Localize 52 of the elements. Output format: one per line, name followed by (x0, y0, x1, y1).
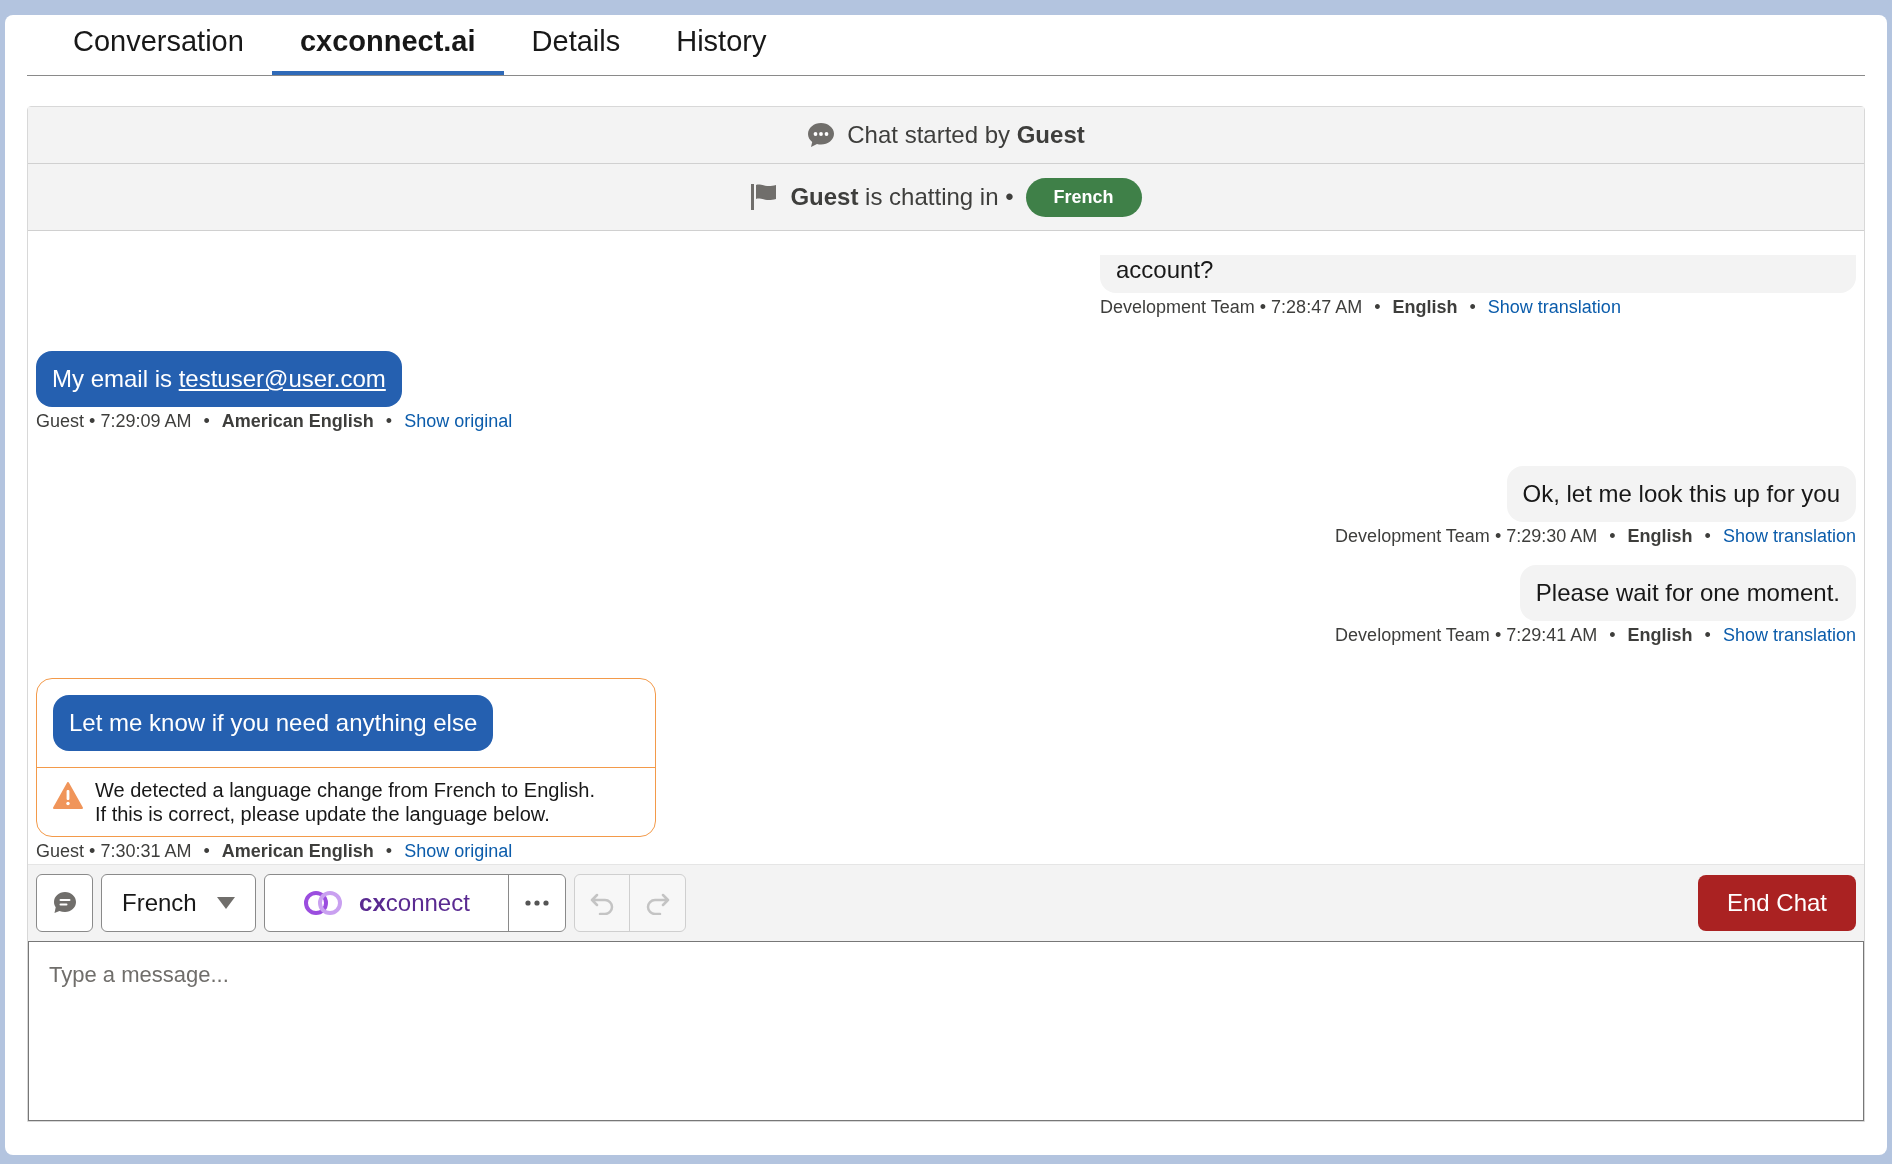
message-text: Please wait for one moment. (1535, 579, 1840, 606)
message-language: American English (221, 410, 374, 432)
message-text: My email is testuser@user.com (52, 365, 386, 392)
separator-dot: • (385, 840, 393, 862)
message-text: Ok, let me look this up for you (1522, 480, 1840, 507)
translation-link[interactable]: Show translation (1722, 525, 1856, 547)
message-sender-time: Guest • 7:29:09 AM (36, 410, 192, 432)
separator-dot: • (1704, 525, 1711, 547)
translation-link[interactable]: Show original (404, 840, 513, 862)
chat-bubble-icon (52, 891, 77, 915)
warning-text: We detected a language change from French to English. If this is correct, please update the language below. (95, 778, 595, 826)
message-text: account? (1116, 256, 1214, 283)
separator-dot: • (1374, 296, 1381, 318)
warning-icon (53, 782, 83, 809)
message-text: Let me know if you need anything else (69, 709, 478, 736)
message-language: American English (221, 840, 374, 862)
language-badge: French (1025, 177, 1142, 217)
separator-dot: • (1704, 624, 1711, 646)
message-language: English (1627, 525, 1693, 547)
separator-dot: • (203, 410, 210, 432)
separator-dot: • (385, 410, 393, 432)
end-chat-button[interactable]: End Chat (1698, 875, 1856, 931)
undo-icon (589, 891, 615, 915)
message-sender-time: Development Team • 7:29:30 AM (1335, 525, 1598, 547)
translation-link[interactable]: Show original (404, 410, 513, 432)
ellipsis-icon (525, 900, 549, 906)
message-sender-time: Guest • 7:30:31 AM (36, 840, 192, 862)
chatting-in-text: Guest is chatting in • (790, 182, 1014, 212)
language-dropdown[interactable]: French (101, 874, 256, 932)
email-link[interactable]: testuser@user.com (178, 365, 386, 392)
tab[interactable]: Conversation (45, 19, 272, 75)
linked-rings-icon (303, 889, 344, 917)
message-language: English (1392, 296, 1458, 318)
chat-icon-button[interactable] (36, 874, 93, 932)
translation-link[interactable]: Show translation (1487, 296, 1621, 318)
separator-dot: • (1469, 296, 1476, 318)
separator-dot: • (1609, 624, 1616, 646)
message-language: English (1627, 624, 1693, 646)
flag-icon (750, 183, 779, 211)
chat-started-text: Chat started by Guest (847, 120, 1085, 150)
tab[interactable]: History (648, 19, 795, 75)
message-sender-time: Development Team • 7:28:47 AM (1100, 296, 1363, 318)
separator-dot: • (203, 840, 210, 862)
separator-dot: • (1609, 525, 1616, 547)
message-sender-time: Development Team • 7:29:41 AM (1335, 624, 1598, 646)
redo-icon (644, 891, 671, 915)
message-input[interactable]: Type a message... (28, 941, 1864, 1121)
caret-icon (217, 897, 235, 909)
tab[interactable]: Details (503, 19, 649, 75)
tab[interactable]: cxconnect.ai (271, 19, 504, 75)
chat-bubble-icon (807, 122, 836, 148)
translation-link[interactable]: Show translation (1722, 624, 1856, 646)
